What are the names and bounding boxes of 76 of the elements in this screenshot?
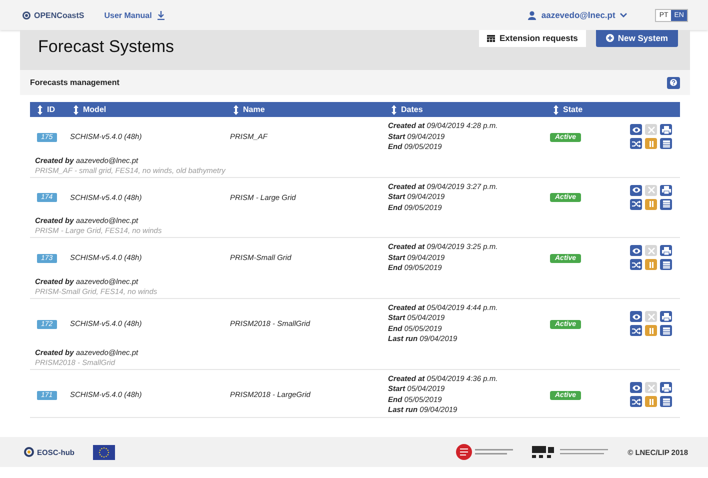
user-manual-link[interactable]: User Manual [104, 10, 165, 20]
table-icon [662, 140, 670, 148]
user-menu[interactable]: aazevedo@lnec.pt [528, 10, 628, 20]
eye-icon [632, 384, 640, 392]
eye-icon [632, 246, 640, 255]
flag-icon [92, 444, 114, 460]
table-icon [662, 326, 670, 334]
eye-icon [632, 126, 640, 134]
column-header[interactable]: ID [30, 104, 70, 114]
brand-link[interactable]: OPENCoastS [22, 10, 84, 20]
printer-icon [662, 186, 670, 194]
help-button[interactable] [667, 76, 680, 88]
print-button[interactable] [660, 311, 672, 322]
new-system-button[interactable]: New System [596, 30, 678, 47]
pause-icon [646, 398, 656, 406]
shuffle-icon [632, 398, 640, 406]
shuffle-icon [632, 140, 640, 148]
column-header[interactable]: State [553, 104, 621, 114]
shuffle-button[interactable] [630, 259, 642, 270]
print-button[interactable] [660, 184, 672, 196]
printer-icon [662, 126, 670, 134]
chevron-down-icon [620, 12, 628, 18]
print-button[interactable] [660, 245, 672, 256]
sort-icon [37, 104, 43, 114]
column-header[interactable]: Name [233, 104, 391, 114]
table-button[interactable] [660, 138, 672, 150]
table-button[interactable] [660, 198, 672, 210]
shuffle-icon [632, 260, 640, 269]
column-header[interactable]: Model [70, 104, 233, 114]
table-icon [662, 200, 670, 208]
page-title: Forecast Systems [38, 36, 174, 57]
view-button[interactable] [630, 124, 642, 136]
extension-requests-button[interactable]: Extension requests [479, 30, 586, 47]
close-icon [646, 126, 656, 134]
pause-icon [646, 140, 656, 148]
plus-circle-icon [606, 34, 614, 42]
shuffle-icon [632, 326, 640, 334]
view-button[interactable] [630, 382, 642, 393]
pause-icon [646, 326, 656, 334]
view-button[interactable] [630, 184, 642, 196]
close-icon [646, 246, 656, 255]
table-button[interactable] [660, 325, 672, 336]
sort-icon [73, 104, 79, 114]
ring-icon [24, 447, 34, 457]
shuffle-button[interactable] [630, 325, 642, 336]
eye-icon [632, 186, 640, 194]
view-button[interactable] [630, 311, 642, 322]
shuffle-button[interactable] [630, 138, 642, 150]
printer-icon [662, 384, 670, 392]
pause-icon [646, 260, 656, 269]
table-button[interactable] [660, 259, 672, 270]
table-button[interactable] [660, 396, 672, 407]
close-icon [646, 312, 656, 320]
eye-icon [632, 312, 640, 320]
sort-icon [391, 104, 397, 114]
shuffle-button[interactable] [630, 198, 642, 210]
close-icon [646, 384, 656, 392]
sort-icon [233, 104, 239, 114]
print-button[interactable] [660, 382, 672, 393]
print-button[interactable] [660, 124, 672, 136]
user-icon [528, 10, 536, 20]
table-icon [662, 260, 670, 269]
shuffle-button[interactable] [630, 396, 642, 407]
download-icon [156, 10, 165, 20]
question-icon [670, 79, 677, 86]
pause-icon [646, 200, 656, 208]
table-icon [662, 398, 670, 406]
printer-icon [662, 312, 670, 320]
view-button[interactable] [630, 245, 642, 256]
shuffle-icon [632, 200, 640, 208]
panel-title: Forecasts management [30, 78, 120, 87]
printer-icon [662, 246, 670, 255]
close-icon [646, 186, 656, 194]
column-header[interactable]: Dates [391, 104, 553, 114]
sort-icon [553, 104, 559, 114]
lab-logo-icon [456, 444, 516, 460]
